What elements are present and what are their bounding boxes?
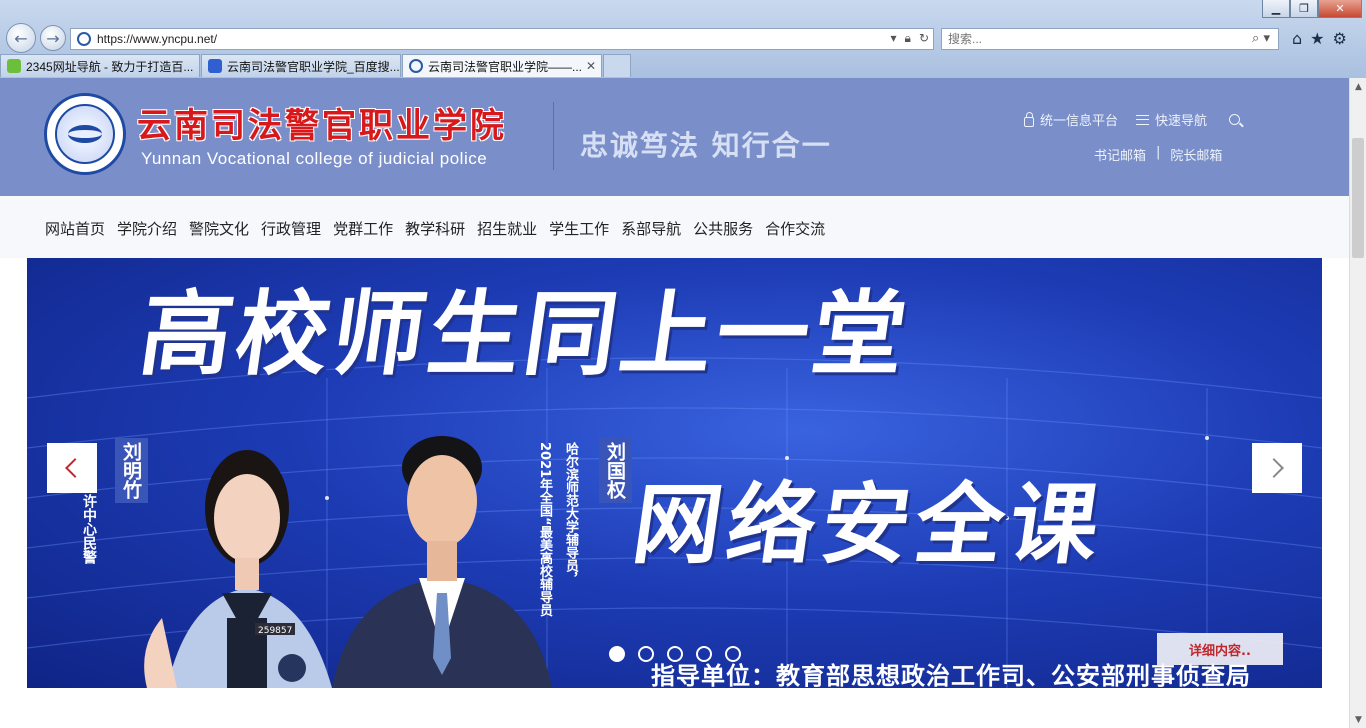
- search-icon[interactable]: [1229, 114, 1241, 125]
- search-icon[interactable]: ⌕ ▾: [1252, 31, 1270, 46]
- platform-link[interactable]: 统一信息平台: [1024, 110, 1118, 129]
- secretary-mail-link[interactable]: 书记邮箱: [1094, 145, 1146, 164]
- carousel-next-button[interactable]: [1252, 443, 1302, 493]
- motto: 忠诚笃法 知行合一: [580, 129, 832, 162]
- nav-item-home[interactable]: 网站首页: [45, 218, 105, 239]
- site-name-cn: 云南司法警官职业学院: [137, 106, 507, 146]
- gear-icon[interactable]: ⚙: [1333, 29, 1347, 48]
- paw-icon: [208, 59, 222, 73]
- main-nav: 网站首页 学院介绍 警院文化 行政管理 党群工作 教学科研 招生就业 学生工作 …: [0, 196, 1349, 258]
- chevron-right-icon: [1264, 458, 1284, 478]
- quicknav-link[interactable]: 快速导航: [1136, 110, 1207, 129]
- carousel-dot-5[interactable]: [725, 646, 741, 662]
- scroll-down-icon[interactable]: ▼: [1350, 711, 1366, 728]
- tab-strip: 2345网址导航 - 致力于打造百... 云南司法警官职业学院_百度搜... 云…: [0, 54, 631, 77]
- lock-icon[interactable]: 🔒︎: [905, 31, 911, 46]
- mail-separator: |: [1156, 145, 1161, 160]
- site-favicon-icon: [77, 32, 91, 46]
- nav-item-admission[interactable]: 招生就业: [477, 218, 537, 239]
- nav-item-party[interactable]: 党群工作: [333, 218, 393, 239]
- details-button[interactable]: 详细内容..: [1157, 633, 1283, 665]
- nav-item-cooperation[interactable]: 合作交流: [765, 218, 825, 239]
- url-text[interactable]: https://www.yncpu.net/: [97, 32, 217, 46]
- nav-item-services[interactable]: 公共服务: [693, 218, 753, 239]
- banner-headline-top: 高校师生同上一堂: [133, 281, 917, 388]
- tab-yncpu[interactable]: 云南司法警官职业学院——... ✕: [402, 54, 602, 77]
- window-controls: ▁ ❐ ✕: [1262, 0, 1362, 18]
- tab-baidu[interactable]: 云南司法警官职业学院_百度搜...: [201, 54, 401, 77]
- nav-item-departments[interactable]: 系部导航: [621, 218, 681, 239]
- scroll-up-icon[interactable]: ▲: [1350, 78, 1366, 95]
- mail-links: 书记邮箱 | 院长邮箱: [1094, 145, 1222, 164]
- browser-search-box[interactable]: ⌕ ▾: [941, 28, 1279, 50]
- badge-number: 259857: [258, 626, 292, 636]
- minimize-icon[interactable]: ▁: [1262, 0, 1290, 18]
- person-left-desc: 许中心民警: [81, 494, 97, 564]
- person-right-desc-2: 2021年全国“最美高校辅导员: [537, 442, 552, 617]
- carousel-dots: [609, 646, 741, 662]
- menu-icon: [1136, 114, 1150, 125]
- browser-chrome: ▁ ❐ ✕ ← → https://www.yncpu.net/ ▾ 🔒︎ ↻ …: [0, 0, 1366, 78]
- person-right-name: 刘国权: [599, 438, 632, 503]
- close-icon[interactable]: ✕: [1318, 0, 1362, 18]
- person-left-name: 刘明竹: [115, 438, 148, 503]
- carousel-prev-button[interactable]: [47, 443, 97, 493]
- nav-item-culture[interactable]: 警院文化: [189, 218, 249, 239]
- president-mail-link[interactable]: 院长邮箱: [1170, 145, 1222, 164]
- browser-search-input[interactable]: [948, 32, 1228, 46]
- dropdown-icon[interactable]: ▾: [891, 31, 897, 46]
- tab-close-icon[interactable]: ✕: [582, 59, 596, 73]
- hero-banner[interactable]: 高校师生同上一堂 259857 刘明竹 许中心民警 刘国权 哈尔滨师范大学辅导员…: [27, 258, 1322, 688]
- site-favicon-icon: [409, 59, 423, 73]
- favorites-star-icon[interactable]: ★: [1310, 29, 1324, 48]
- back-button[interactable]: ←: [6, 23, 36, 53]
- tab-favicon-icon: [7, 59, 21, 73]
- carousel-dot-3[interactable]: [667, 646, 683, 662]
- nav-item-admin[interactable]: 行政管理: [261, 218, 321, 239]
- carousel-dot-4[interactable]: [696, 646, 712, 662]
- scroll-thumb[interactable]: [1352, 138, 1364, 258]
- address-bar[interactable]: https://www.yncpu.net/ ▾ 🔒︎ ↻: [70, 28, 934, 50]
- refresh-icon[interactable]: ↻: [919, 31, 929, 46]
- college-logo[interactable]: [44, 93, 126, 175]
- nav-item-about[interactable]: 学院介绍: [117, 218, 177, 239]
- site-header: 云南司法警官职业学院 Yunnan Vocational college of …: [0, 78, 1349, 196]
- nav-item-teaching[interactable]: 教学科研: [405, 218, 465, 239]
- vertical-scrollbar[interactable]: ▲ ▼: [1349, 78, 1366, 728]
- lock-icon: [1024, 111, 1034, 127]
- forward-button[interactable]: →: [40, 25, 66, 51]
- banner-headline-bottom: 网络安全课: [626, 473, 1112, 576]
- site-name-en: Yunnan Vocational college of judicial po…: [141, 149, 488, 168]
- nav-item-students[interactable]: 学生工作: [549, 218, 609, 239]
- counselor-figure: [332, 436, 552, 688]
- carousel-dot-1[interactable]: [609, 646, 625, 662]
- header-divider: [553, 102, 554, 170]
- home-icon[interactable]: ⌂: [1292, 29, 1302, 48]
- person-right-desc-1: 哈尔滨师范大学辅导员，: [563, 442, 578, 585]
- arrow-right-icon: →: [46, 28, 60, 48]
- page-viewport: 云南司法警官职业学院 Yunnan Vocational college of …: [0, 78, 1349, 728]
- tab-2345[interactable]: 2345网址导航 - 致力于打造百...: [0, 54, 200, 77]
- chevron-left-icon: [65, 458, 85, 478]
- arrow-left-icon: ←: [14, 28, 28, 48]
- carousel-dot-2[interactable]: [638, 646, 654, 662]
- new-tab-button[interactable]: [603, 54, 631, 77]
- maximize-icon[interactable]: ❐: [1290, 0, 1318, 18]
- header-links: 统一信息平台 快速导航: [1024, 110, 1241, 129]
